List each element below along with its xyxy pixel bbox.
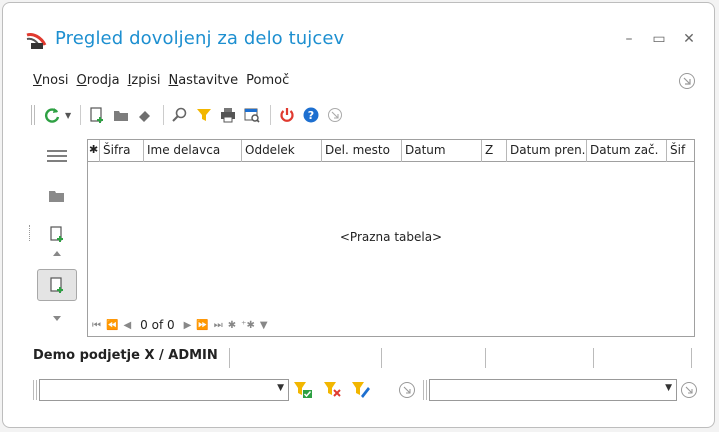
hamburger-menu-icon[interactable] [37,141,77,171]
column-header[interactable]: Z [482,140,507,162]
chevron-down-icon: ▼ [665,383,672,393]
toolbar-grip[interactable] [31,105,35,125]
report-preview-icon[interactable] [241,104,263,126]
column-header[interactable]: Datum [402,140,482,162]
menu-nastavitve[interactable]: Nastavitve [168,73,238,91]
collapse-right-icon[interactable] [681,382,697,398]
first-page-icon[interactable]: ⏮ [92,320,101,331]
menu-izpisi[interactable]: Izpisi [128,73,161,91]
toolbar-separator [163,105,165,125]
filter-record-icon[interactable]: ▼ [260,320,268,331]
maximize-button[interactable]: ▭ [649,29,669,49]
column-header[interactable]: Datum zač. [587,140,667,162]
next-record-icon[interactable]: ▶ [184,320,192,331]
app-window: Pregled dovoljenj za delo tujcev – ▭ ✕ V… [2,2,715,428]
new-document-icon[interactable] [86,104,108,126]
app-logo-icon [26,33,47,49]
column-header[interactable]: Datum pren. [507,140,587,162]
search-icon[interactable] [169,104,191,126]
clear-filter-icon[interactable] [323,381,343,399]
refresh-icon[interactable] [41,104,63,126]
new-document-selected-icon[interactable] [37,269,77,301]
next-page-icon[interactable]: ⏩ [196,320,208,331]
toolbar-separator [80,105,82,125]
panel-splitter[interactable] [29,225,30,241]
grid-header: ✱ Šifra Ime delavca Oddelek Del. mesto D… [88,140,694,162]
prev-record-icon[interactable]: ◀ [123,320,131,331]
toolbar: ▼ ? [31,102,348,128]
status-separator [485,348,486,368]
status-separator [691,348,692,368]
svg-text:?: ? [308,109,314,122]
filter-grip[interactable] [33,380,37,400]
new-document-icon[interactable] [37,219,77,249]
scroll-up-icon[interactable] [37,247,77,259]
refresh-dropdown-icon[interactable]: ▼ [65,111,71,120]
new-row-indicator-icon[interactable]: ✱ [88,140,100,162]
filter-row: ▼ ▼ [33,378,703,402]
menu-bar: Vnosi Orodja Izpisi Nastavitve Pomoč [33,73,297,91]
apply-filter-icon[interactable] [293,381,313,399]
toolbar-separator [270,105,272,125]
menu-vnosi[interactable]: Vnosi [33,73,68,91]
help-icon[interactable]: ? [300,104,322,126]
column-header[interactable]: Oddelek [242,140,322,162]
print-icon[interactable] [217,104,239,126]
last-page-icon[interactable]: ⏭ [214,320,223,331]
menu-pomoc[interactable]: Pomoč [246,73,289,91]
scroll-down-icon[interactable] [37,311,77,327]
record-navigator: ⏮ ⏪ ◀ 0 of 0 ▶ ⏩ ⏭ ✱ ⁺✱ ▼ [92,316,268,334]
data-grid[interactable]: ✱ Šifra Ime delavca Oddelek Del. mesto D… [87,139,695,337]
left-panel [29,139,85,335]
empty-table-text: <Prazna tabela> [339,230,443,244]
collapse-left-icon[interactable] [399,382,415,398]
title-bar: Pregled dovoljenj za delo tujcev – ▭ ✕ [3,3,714,67]
column-header[interactable]: Ime delavca [144,140,242,162]
filter-select-right[interactable]: ▼ [429,379,677,401]
insert-record-icon[interactable]: ⁺✱ [241,320,255,331]
append-record-icon[interactable]: ✱ [228,320,236,331]
status-bar: Demo podjetje X / ADMIN [33,348,695,368]
filter-icon[interactable] [193,104,215,126]
filter-grip[interactable] [423,380,427,400]
window-title: Pregled dovoljenj za delo tujcev [55,28,345,49]
filter-select-left[interactable]: ▼ [39,379,289,401]
chevron-down-icon: ▼ [277,383,284,393]
folder-icon[interactable] [110,104,132,126]
power-icon[interactable] [276,104,298,126]
close-button[interactable]: ✕ [679,29,699,49]
status-separator [593,348,594,368]
column-header[interactable]: Šifra [100,140,144,162]
edit-filter-icon[interactable] [351,381,371,399]
minimize-button[interactable]: – [619,29,639,49]
status-separator [381,348,382,368]
collapse-icon[interactable] [324,104,346,126]
menu-collapse-icon[interactable] [679,73,695,89]
column-header[interactable]: Šif [667,140,694,162]
prev-page-icon[interactable]: ⏪ [106,320,118,331]
company-user-label: Demo podjetje X / ADMIN [33,348,218,363]
status-separator [229,348,230,368]
folder-icon[interactable] [37,181,77,211]
eraser-icon[interactable] [134,104,156,126]
column-header[interactable]: Del. mesto [322,140,402,162]
menu-orodja[interactable]: Orodja [76,73,119,91]
record-position: 0 of 0 [140,318,175,332]
